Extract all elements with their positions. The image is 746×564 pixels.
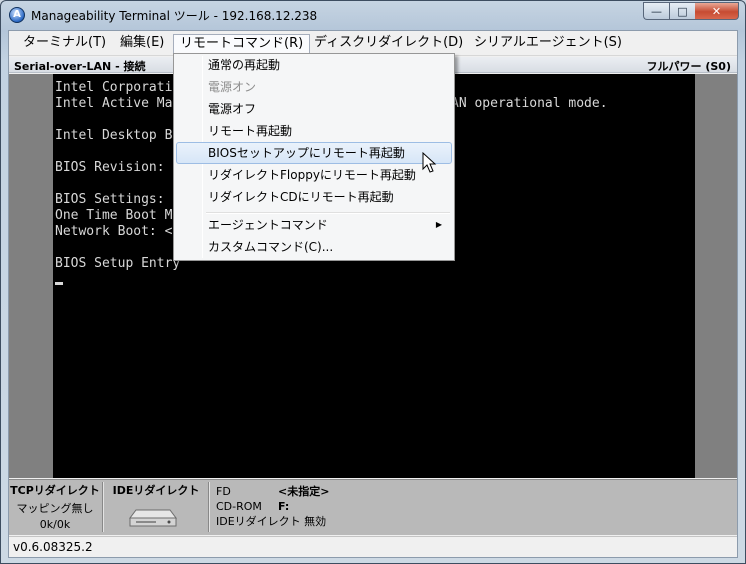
- menu-item-power-on[interactable]: 電源オン: [176, 76, 452, 98]
- power-state: フルパワー (S0): [646, 60, 731, 73]
- status-bar: v0.6.08325.2: [9, 536, 737, 557]
- disk-drive-icon: [129, 509, 177, 527]
- terminal-line: Network Boot: <: [55, 224, 173, 239]
- terminal-line: BIOS Revision:: [55, 160, 165, 175]
- terminal-line-tail: AN operational mode.: [451, 96, 608, 111]
- mouse-pointer-icon: [422, 152, 437, 173]
- connection-status: Serial-over-LAN - 接続: [14, 60, 146, 73]
- cdrom-value: F:: [278, 500, 290, 513]
- menu-item-power-off[interactable]: 電源オフ: [176, 98, 452, 120]
- fd-label: FD: [216, 485, 231, 498]
- menu-item-normal-restart[interactable]: 通常の再起動: [176, 54, 452, 76]
- menu-item-remote-restart[interactable]: リモート再起動: [176, 120, 452, 142]
- tcp-rate: 0k/0k: [39, 518, 71, 531]
- redirect-panel: TCPリダイレクト マッピング無し 0k/0k IDEリダイレクト FD <未指定…: [9, 479, 737, 535]
- window-title: Manageability Terminal ツール - 192.168.12.…: [31, 9, 318, 23]
- terminal-line: Intel Desktop B: [55, 128, 173, 143]
- cdrom-label: CD-ROM: [216, 500, 262, 513]
- menu-serial-agent[interactable]: シリアルエージェント(S): [468, 34, 628, 54]
- title-bar[interactable]: A Manageability Terminal ツール - 192.168.1…: [1, 1, 745, 29]
- divider: [102, 482, 104, 532]
- ide-redirect-info: FD <未指定> CD-ROM F: IDEリダイレクト 無効: [216, 484, 329, 529]
- tcp-mapping-status: マッピング無し: [16, 502, 94, 515]
- maximize-icon: □: [677, 4, 688, 18]
- menu-item-custom-command[interactable]: カスタムコマンド(C)...: [176, 236, 452, 258]
- window-controls: — □ ✕: [643, 2, 739, 20]
- menu-item-restart-to-bios[interactable]: BIOSセットアップにリモート再起動: [176, 142, 452, 164]
- close-icon: ✕: [711, 4, 722, 18]
- agent-command-label: エージェントコマンド: [208, 218, 328, 232]
- maximize-button[interactable]: □: [669, 2, 695, 20]
- menu-disk-redirect[interactable]: ディスクリダイレクト(D): [308, 34, 469, 54]
- menu-terminal[interactable]: ターミナル(T): [17, 34, 112, 54]
- terminal-line: BIOS Settings:: [55, 192, 165, 207]
- menu-edit[interactable]: 編集(E): [114, 34, 170, 54]
- tcp-redirect-panel: TCPリダイレクト マッピング無し 0k/0k: [9, 482, 101, 532]
- minimize-icon: —: [651, 4, 662, 18]
- divider: [208, 482, 210, 532]
- menu-item-restart-to-floppy[interactable]: リダイレクトFloppyにリモート再起動: [176, 164, 452, 186]
- version-label: v0.6.08325.2: [13, 540, 93, 554]
- fd-value: <未指定>: [278, 485, 330, 498]
- fd-row: FD <未指定>: [216, 484, 329, 499]
- terminal-line: Intel Active Ma: [55, 96, 173, 111]
- terminal-line: Intel Corporati: [55, 80, 173, 95]
- terminal-line: One Time Boot M: [55, 208, 173, 223]
- cdrom-row: CD-ROM F:: [216, 499, 329, 514]
- app-icon[interactable]: A: [9, 7, 25, 23]
- ide-redirect-title: IDEリダイレクト: [112, 484, 200, 497]
- menu-remote-command[interactable]: リモートコマンド(R): [173, 34, 311, 54]
- terminal-cursor: [55, 282, 63, 285]
- menu-item-agent-command[interactable]: エージェントコマンド ▶: [176, 214, 452, 236]
- ide-redirect-panel[interactable]: IDEリダイレクト: [106, 482, 206, 532]
- app-window: A Manageability Terminal ツール - 192.168.1…: [0, 0, 746, 564]
- tcp-redirect-title: TCPリダイレクト: [10, 484, 100, 497]
- terminal-line: BIOS Setup Entry: [55, 256, 181, 271]
- minimize-button[interactable]: —: [643, 2, 669, 20]
- menu-item-restart-to-cd[interactable]: リダイレクトCDにリモート再起動: [176, 186, 452, 208]
- ide-status: IDEリダイレクト 無効: [216, 515, 327, 528]
- submenu-arrow-icon: ▶: [435, 220, 442, 229]
- close-button[interactable]: ✕: [695, 2, 739, 20]
- remote-command-menu: 通常の再起動 電源オン 電源オフ リモート再起動 BIOSセットアップにリモート…: [173, 53, 455, 261]
